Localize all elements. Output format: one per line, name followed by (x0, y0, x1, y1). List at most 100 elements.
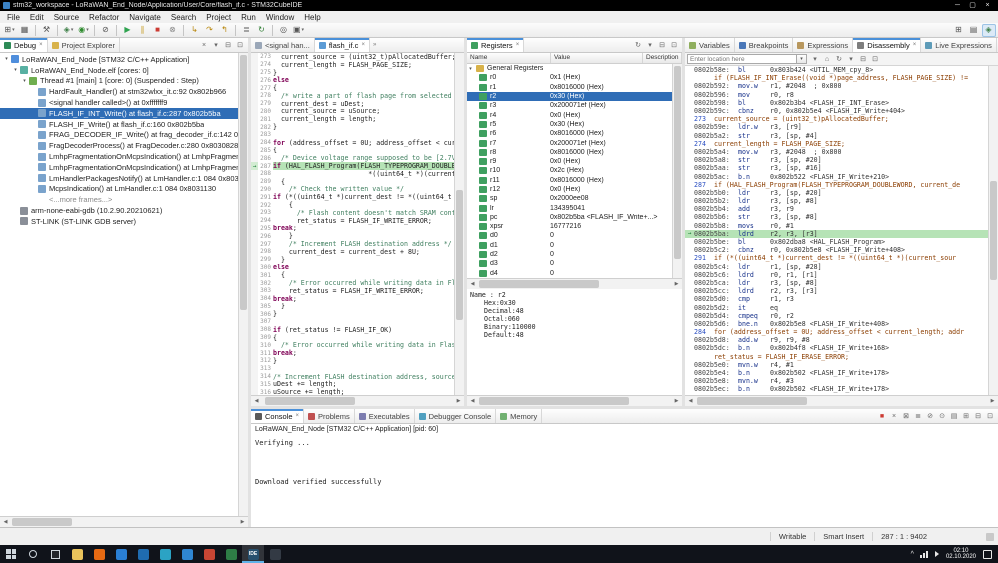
code-line-text[interactable]: /* Device voltage range supposed to be [… (273, 154, 454, 162)
register-group[interactable]: ▾General Registers (467, 64, 672, 73)
debug-tree-item[interactable]: ▾LoRaWAN_End_Node.elf [cores: 0] (0, 65, 238, 76)
register-row[interactable]: r60x8016000 (Hex) (467, 129, 672, 138)
disassembly-line[interactable]: 0802b59e:ldr.wr3, [r9] (685, 123, 988, 131)
menu-run[interactable]: Run (236, 13, 261, 22)
home-button[interactable]: ⌂ (821, 53, 833, 65)
console-tab-executables[interactable]: Executables (355, 409, 415, 423)
disassembly-source-line[interactable]: 284for (address_offset = 0U; address_off… (685, 328, 988, 336)
disassembly-line[interactable]: 0802b5b8:movsr0, #1 (685, 222, 988, 230)
register-row[interactable]: d00 (467, 231, 672, 240)
code-line-text[interactable]: } (273, 357, 454, 365)
vscode[interactable] (176, 545, 198, 563)
close-tab-icon[interactable]: × (296, 413, 300, 419)
disassembly-line[interactable]: 0802b596:movr0, r8 (685, 91, 988, 99)
volume-icon[interactable] (932, 545, 942, 563)
right-tab-expressions[interactable]: Expressions (793, 38, 853, 52)
code-line-text[interactable]: uSource += length; (273, 388, 454, 395)
minimize-view-button[interactable]: ⊟ (972, 410, 984, 422)
register-row[interactable]: r40x0 (Hex) (467, 110, 672, 119)
restart-button[interactable]: ↻ (255, 24, 269, 37)
menu-project[interactable]: Project (201, 13, 236, 22)
code-line-text[interactable]: current_dest = current_dest + 8U; (273, 248, 454, 256)
debug-hscrollbar[interactable]: ◀ ▶ (0, 516, 248, 527)
registers-hscrollbar[interactable]: ◀ ▶ (467, 278, 682, 289)
disassembly-line[interactable]: 0802b5c6:ldrdr0, r1, [r1] (685, 271, 988, 279)
menu-source[interactable]: Source (49, 13, 84, 22)
minimize-view-button[interactable]: ⊟ (656, 39, 668, 51)
debug-tree-item[interactable]: arm-none-eabi-gdb (10.2.90.20210621) (0, 205, 238, 216)
disassembly-line[interactable]: →0802b5ba:ldrdr2, r3, [r3] (685, 230, 988, 238)
column-header-value[interactable]: Value (551, 53, 643, 63)
code-line-text[interactable]: } (273, 123, 454, 131)
open-console-button[interactable]: ⊞ (960, 410, 972, 422)
code-line-text[interactable]: /* Flash content doesn't match SRAM cont… (273, 209, 454, 217)
register-detail-hscrollbar[interactable]: ◀ ▶ (467, 395, 682, 406)
disassembly-line[interactable]: 0802b5ac:b.n0x802b522 <FLASH_IF_Write+21… (685, 172, 988, 180)
disassembly-line[interactable]: 0802b5be:bl0x802dba8 <HAL_FLASH_Program> (685, 238, 988, 246)
scroll-left-icon[interactable]: ◀ (0, 517, 11, 527)
column-header-description[interactable]: Description (643, 53, 682, 63)
disassembly-line[interactable]: 0802b5e0:mvn.wr4, #1 (685, 361, 988, 369)
debug-tab-debug[interactable]: Debug× (0, 38, 48, 52)
scrollbar-thumb[interactable] (456, 190, 463, 320)
disassembly-line[interactable]: 0802b5b6:strr3, [sp, #8] (685, 213, 988, 221)
register-row[interactable]: d10 (467, 241, 672, 250)
menu-navigate[interactable]: Navigate (124, 13, 166, 22)
close-tab-icon[interactable]: × (516, 42, 520, 48)
console-tab-memory[interactable]: Memory (496, 409, 542, 423)
scroll-right-icon[interactable]: ▶ (237, 517, 248, 527)
register-row[interactable]: d20 (467, 250, 672, 259)
perspective-debug-button[interactable]: ◈ (982, 24, 996, 37)
code-line-text[interactable]: break; (273, 349, 454, 357)
code-line-text[interactable]: if (*((uint64_t *)current_dest != *((uin… (273, 193, 454, 201)
step-into-button[interactable]: ↳ (188, 24, 202, 37)
code-line-text[interactable]: } (273, 303, 454, 311)
disassembly-line[interactable]: 0802b58e:bl0x803b424 <UTIL_MEM_cpy_8> (685, 66, 988, 74)
scrollbar-thumb[interactable] (697, 397, 807, 405)
open-perspective-button[interactable]: ⊞ (952, 24, 966, 37)
scrollbar-thumb[interactable] (12, 518, 72, 526)
skip-all-breakpoints-button[interactable]: ⊘ (99, 24, 113, 37)
suspend-button[interactable]: ∥ (136, 24, 150, 37)
expander-icon[interactable]: ▾ (21, 78, 28, 84)
instruction-stepping-button[interactable]: ≣ (240, 24, 254, 37)
code-line-text[interactable]: { (273, 147, 454, 155)
code-line-text[interactable]: { (273, 334, 454, 342)
disassembly-line[interactable]: 0802b5b0:ldrr3, [sp, #20] (685, 189, 988, 197)
scroll-right-icon[interactable]: ▶ (671, 279, 682, 289)
expander-icon[interactable]: ▾ (12, 67, 19, 73)
step-over-button[interactable]: ↷ (203, 24, 217, 37)
register-row[interactable]: d40 (467, 269, 672, 278)
debug-tree-item[interactable]: <...more frames...> (0, 194, 238, 205)
debug-tree-item[interactable]: LmhpFragmentationOnMcpsIndication() at L… (0, 162, 238, 173)
scroll-left-icon[interactable]: ◀ (685, 396, 696, 406)
menu-file[interactable]: File (2, 13, 25, 22)
code-line-text[interactable] (273, 318, 454, 326)
scroll-right-icon[interactable]: ▶ (671, 396, 682, 406)
scroll-right-icon[interactable]: ▶ (453, 396, 464, 406)
disassembly-line[interactable]: 0802b5a2:strr3, [sp, #4] (685, 132, 988, 140)
close-tab-icon[interactable]: × (913, 42, 917, 48)
column-header-name[interactable]: Name (467, 53, 551, 63)
location-dropdown-arrow-icon[interactable]: ▾ (797, 54, 807, 64)
expander-icon[interactable]: ▾ (467, 66, 474, 72)
scrollbar-thumb[interactable] (479, 397, 629, 405)
register-row[interactable]: r100x2c (Hex) (467, 166, 672, 175)
close-tab-icon[interactable]: × (39, 42, 43, 48)
editor-vscrollbar[interactable] (454, 53, 464, 395)
disassembly-source-line[interactable]: 273current_source = (uint32_t)pAllocated… (685, 115, 988, 123)
code-line-text[interactable]: /* Check the written value */ (273, 186, 454, 194)
register-row[interactable]: d30 (467, 259, 672, 268)
right-tab-disassembly[interactable]: Disassembly× (853, 38, 921, 52)
console-tab-debugger-console[interactable]: Debugger Console (415, 409, 497, 423)
disassembly-line[interactable]: 0802b5ca:ldrr3, [sp, #8] (685, 279, 988, 287)
disassembly-line[interactable]: 0802b5ec:b.n0x802b502 <FLASH_IF_Write+17… (685, 385, 988, 393)
mail-app[interactable] (132, 545, 154, 563)
firefox-browser[interactable] (88, 545, 110, 563)
debug-vscrollbar[interactable] (238, 53, 248, 516)
task-view-button[interactable] (44, 545, 66, 563)
code-line-text[interactable]: current_source = uSource; (273, 108, 454, 116)
register-row[interactable]: r70x200071ef (Hex) (467, 138, 672, 147)
debug-tree-item[interactable]: FLASH_IF_INT_Write() at flash_if.c:287 0… (0, 108, 238, 119)
scroll-left-icon[interactable]: ◀ (467, 396, 478, 406)
